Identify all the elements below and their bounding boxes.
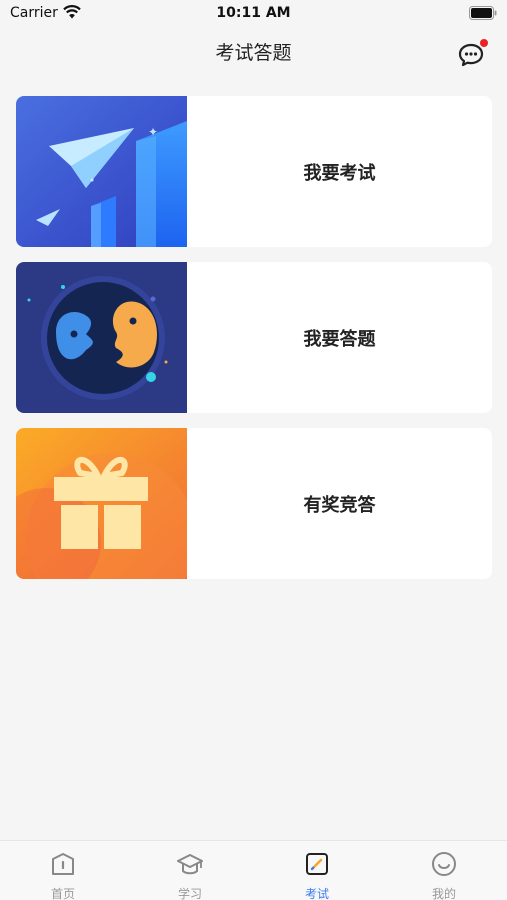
tab-home[interactable]: 首页 (0, 841, 126, 900)
exam-card-label: 我要考试 (303, 162, 376, 184)
battery-icon (469, 6, 497, 20)
unread-badge (480, 39, 488, 47)
tab-study-label: 学习 (177, 887, 202, 900)
app-screen: Carrier 10:11 AM 考试答题 ✦ 我要考试 我要答题 有奖竞答 首… (0, 0, 507, 900)
tab-exam-label: 考试 (304, 887, 329, 900)
graduation-cap-icon (177, 854, 203, 875)
tab-mine-label: 我的 (431, 887, 456, 900)
prize-quiz-card[interactable]: 有奖竞答 (16, 428, 492, 579)
exam-card[interactable]: ✦ 我要考试 (16, 96, 492, 247)
page-title: 考试答题 (215, 42, 292, 64)
gift-illustration (16, 428, 187, 579)
tab-bar: 首页 学习 考试 我的 (0, 840, 507, 900)
smile-icon (432, 852, 456, 876)
quiz-card-label: 我要答题 (303, 328, 376, 350)
message-button[interactable] (456, 38, 490, 68)
quiz-card[interactable]: 我要答题 (16, 262, 492, 413)
tab-mine[interactable]: 我的 (381, 841, 507, 900)
prize-quiz-card-label: 有奖竞答 (303, 494, 376, 516)
status-time: 10:11 AM (216, 5, 291, 21)
tab-study[interactable]: 学习 (127, 841, 253, 900)
tab-home-label: 首页 (50, 887, 75, 900)
chat-bubble-icon (458, 39, 488, 67)
tab-exam[interactable]: 考试 (254, 841, 380, 900)
faces-illustration (16, 262, 187, 413)
edit-icon (306, 853, 328, 875)
status-bar: Carrier 10:11 AM (0, 0, 507, 26)
paper-plane-illustration: ✦ (16, 96, 187, 247)
home-icon (52, 853, 74, 875)
svg-text:✦: ✦ (148, 125, 158, 139)
